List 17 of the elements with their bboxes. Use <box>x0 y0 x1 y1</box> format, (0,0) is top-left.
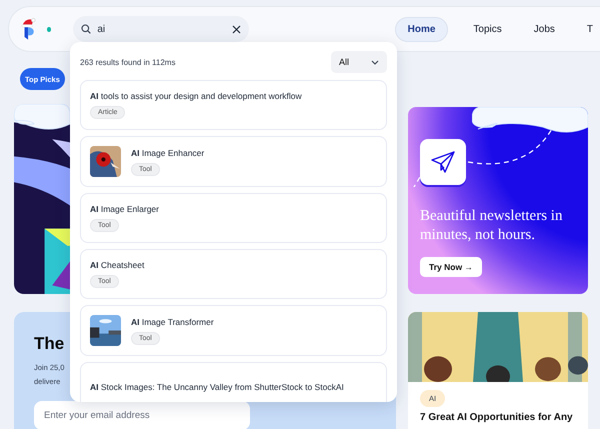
promo-headline: Beautiful newsletters in minutes, not hours. <box>420 207 564 245</box>
email-field[interactable]: Enter your email address <box>34 401 250 429</box>
filter-select[interactable]: All <box>331 51 387 73</box>
nav-link[interactable]: Topics <box>466 16 509 42</box>
search-query: ai <box>97 24 106 34</box>
nav-link[interactable]: Home <box>394 16 448 42</box>
result-title: AI Stock Images: The Uncanny Valley from ShutterStock to StockAI <box>90 382 344 392</box>
article-title: 7 Great AI Opportunities for Any <box>420 412 574 423</box>
result-title: AI tools to assist your design and development workflow <box>90 91 302 101</box>
result-title: AI Image Transformer <box>131 316 214 326</box>
nav-link[interactable]: Jobs <box>526 16 562 42</box>
result-item[interactable]: AI Stock Images: The Uncanny Valley from ShutterStock to StockAI <box>80 362 387 402</box>
results-summary: 263 results found in 112ms <box>80 58 176 66</box>
try-now-button[interactable]: Try Now → <box>420 257 482 277</box>
search-field[interactable]: ai <box>73 16 249 42</box>
newsletter-heading: The <box>34 334 64 354</box>
nav-link[interactable]: T <box>580 16 600 42</box>
